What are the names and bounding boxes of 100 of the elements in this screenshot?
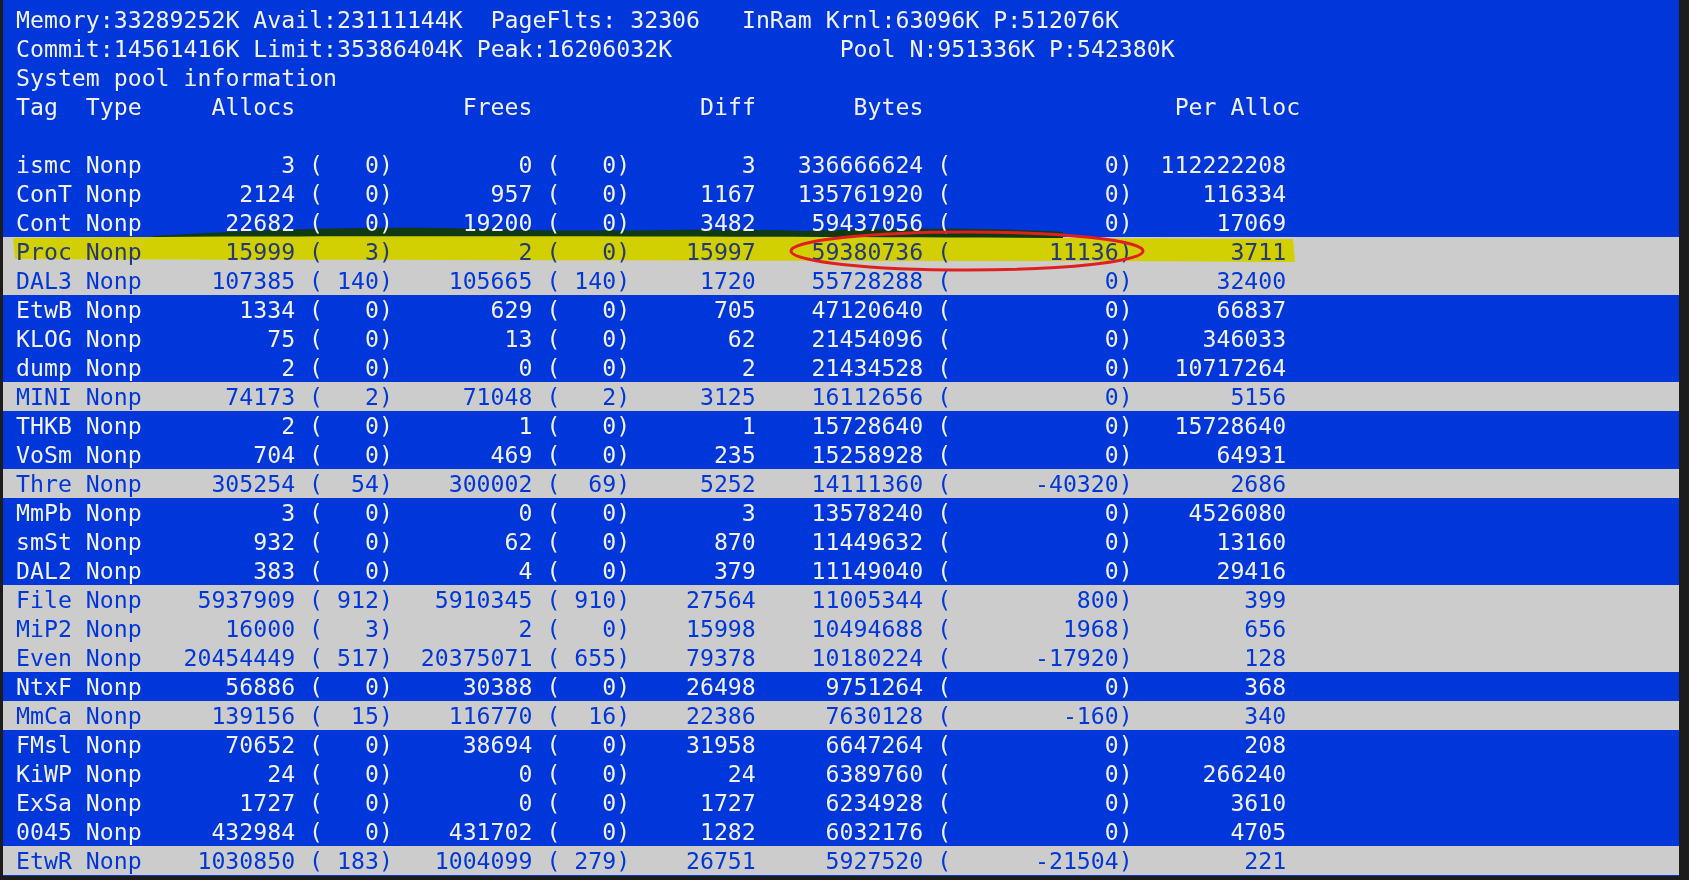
tag-cell: DAL2 bbox=[16, 556, 72, 585]
type-cell: Nonp bbox=[85, 353, 142, 382]
table-cell-text: 71048 bbox=[461, 382, 533, 411]
stats-line: Commit:14561416K Limit:35386404K Peak:16206032K Pool N:951336K P:542380K bbox=[16, 34, 1175, 63]
table-cell-text: 7630128 bbox=[824, 701, 924, 730]
type-cell: Nonp bbox=[85, 585, 142, 614]
table-cell-text: 116770 bbox=[447, 701, 533, 730]
table-cell-text: 13160 bbox=[1215, 527, 1287, 556]
table-cell-text: 705 bbox=[712, 295, 756, 324]
table-cell: ( 0) bbox=[937, 150, 1133, 179]
table-cell: ( 0) bbox=[546, 672, 631, 701]
table-cell-text: 3711 bbox=[1229, 237, 1287, 266]
table-cell: ( 0) bbox=[309, 759, 393, 788]
tag-cell: File bbox=[16, 585, 72, 614]
table-cell-text: 22386 bbox=[684, 701, 756, 730]
table-cell-text: 3 bbox=[740, 150, 756, 179]
table-cell: ( 0) bbox=[546, 237, 631, 266]
table-cell-text: 957 bbox=[489, 179, 533, 208]
column-header: Frees bbox=[462, 92, 534, 121]
table-cell: ( 0) bbox=[309, 730, 393, 759]
table-cell-text: 62 bbox=[503, 527, 533, 556]
table-cell-text: 1167 bbox=[698, 179, 756, 208]
table-cell: ( 0) bbox=[309, 498, 393, 527]
tag-cell: Thre bbox=[16, 469, 72, 498]
table-cell: ( -160) bbox=[937, 701, 1133, 730]
table-cell: ( 0) bbox=[937, 498, 1133, 527]
column-header: Diff bbox=[700, 92, 757, 121]
table-cell: ( 2) bbox=[309, 382, 393, 411]
table-cell: ( 0) bbox=[309, 150, 393, 179]
table-cell-text: 15998 bbox=[684, 614, 756, 643]
tag-cell: EtwB bbox=[16, 295, 72, 324]
type-cell: Nonp bbox=[85, 411, 142, 440]
table-cell-text: 221 bbox=[1243, 846, 1287, 875]
table-cell: ( 0) bbox=[937, 295, 1133, 324]
table-cell-text: 2 bbox=[517, 237, 533, 266]
table-cell-text: 5937909 bbox=[196, 585, 296, 614]
type-cell: Nonp bbox=[85, 324, 142, 353]
table-cell-text: 38694 bbox=[461, 730, 533, 759]
table-cell-text: 15728640 bbox=[1173, 411, 1287, 440]
table-cell-text: 4705 bbox=[1229, 817, 1287, 846]
type-cell: Nonp bbox=[85, 672, 142, 701]
tag-cell: KLOG bbox=[16, 324, 72, 353]
column-header: Allocs bbox=[211, 92, 297, 121]
table-cell: ( 0) bbox=[309, 556, 393, 585]
table-cell: ( 0) bbox=[546, 498, 631, 527]
table-cell: ( 0) bbox=[309, 527, 393, 556]
table-cell-text: 4 bbox=[517, 556, 533, 585]
table-cell: ( 0) bbox=[309, 788, 393, 817]
type-cell: Nonp bbox=[85, 701, 142, 730]
table-cell: ( 16) bbox=[546, 701, 631, 730]
table-cell: ( 140) bbox=[546, 266, 631, 295]
section-title: System pool information bbox=[16, 63, 338, 92]
table-cell-text: 656 bbox=[1243, 614, 1287, 643]
tag-cell: Cont bbox=[16, 208, 72, 237]
table-cell: ( 0) bbox=[937, 266, 1133, 295]
table-cell-text: 3125 bbox=[698, 382, 756, 411]
table-cell: ( 0) bbox=[546, 411, 631, 440]
table-cell-text: 128 bbox=[1243, 643, 1287, 672]
table-cell-text: 11005344 bbox=[810, 585, 924, 614]
table-cell-text: 469 bbox=[489, 440, 533, 469]
table-cell-text: 4526080 bbox=[1187, 498, 1287, 527]
table-cell-text: 305254 bbox=[210, 469, 296, 498]
table-cell: ( 0) bbox=[309, 411, 393, 440]
type-cell: Nonp bbox=[85, 295, 142, 324]
table-cell: ( 0) bbox=[937, 353, 1133, 382]
table-cell: ( 0) bbox=[546, 527, 631, 556]
table-cell: ( 912) bbox=[309, 585, 393, 614]
tag-cell: KiWP bbox=[16, 759, 72, 788]
table-cell-text: 368 bbox=[1243, 672, 1287, 701]
table-cell-text: 932 bbox=[252, 527, 296, 556]
type-cell: Nonp bbox=[85, 556, 142, 585]
table-cell-text: 11149040 bbox=[810, 556, 924, 585]
tag-cell: FMsl bbox=[16, 730, 72, 759]
table-cell: ( 0) bbox=[937, 788, 1133, 817]
table-cell: ( 3) bbox=[309, 237, 393, 266]
table-cell-text: 15258928 bbox=[810, 440, 924, 469]
table-cell: ( 910) bbox=[546, 585, 631, 614]
table-cell-text: 26751 bbox=[684, 846, 756, 875]
table-cell: ( 0) bbox=[937, 817, 1133, 846]
table-cell-text: 31958 bbox=[684, 730, 756, 759]
table-cell: ( 0) bbox=[309, 440, 393, 469]
table-cell-text: 16112656 bbox=[810, 382, 924, 411]
tag-cell: VoSm bbox=[16, 440, 72, 469]
table-cell-text: 1727 bbox=[698, 788, 756, 817]
type-cell: Nonp bbox=[85, 179, 142, 208]
table-cell: ( 0) bbox=[309, 817, 393, 846]
table-cell: ( 0) bbox=[309, 295, 393, 324]
table-cell: ( 0) bbox=[937, 527, 1133, 556]
table-cell: ( 0) bbox=[937, 556, 1133, 585]
table-cell: ( 3) bbox=[309, 614, 393, 643]
type-cell: Nonp bbox=[85, 208, 142, 237]
table-cell: ( 0) bbox=[546, 817, 631, 846]
table-cell-text: 2 bbox=[280, 353, 296, 382]
table-cell: ( 183) bbox=[309, 846, 393, 875]
table-cell-text: 1030850 bbox=[196, 846, 296, 875]
table-cell-text: 1004099 bbox=[433, 846, 533, 875]
tag-cell: MINI bbox=[16, 382, 72, 411]
table-cell-text: 56886 bbox=[224, 672, 296, 701]
type-cell: Nonp bbox=[85, 469, 142, 498]
table-cell-text: 1334 bbox=[238, 295, 296, 324]
